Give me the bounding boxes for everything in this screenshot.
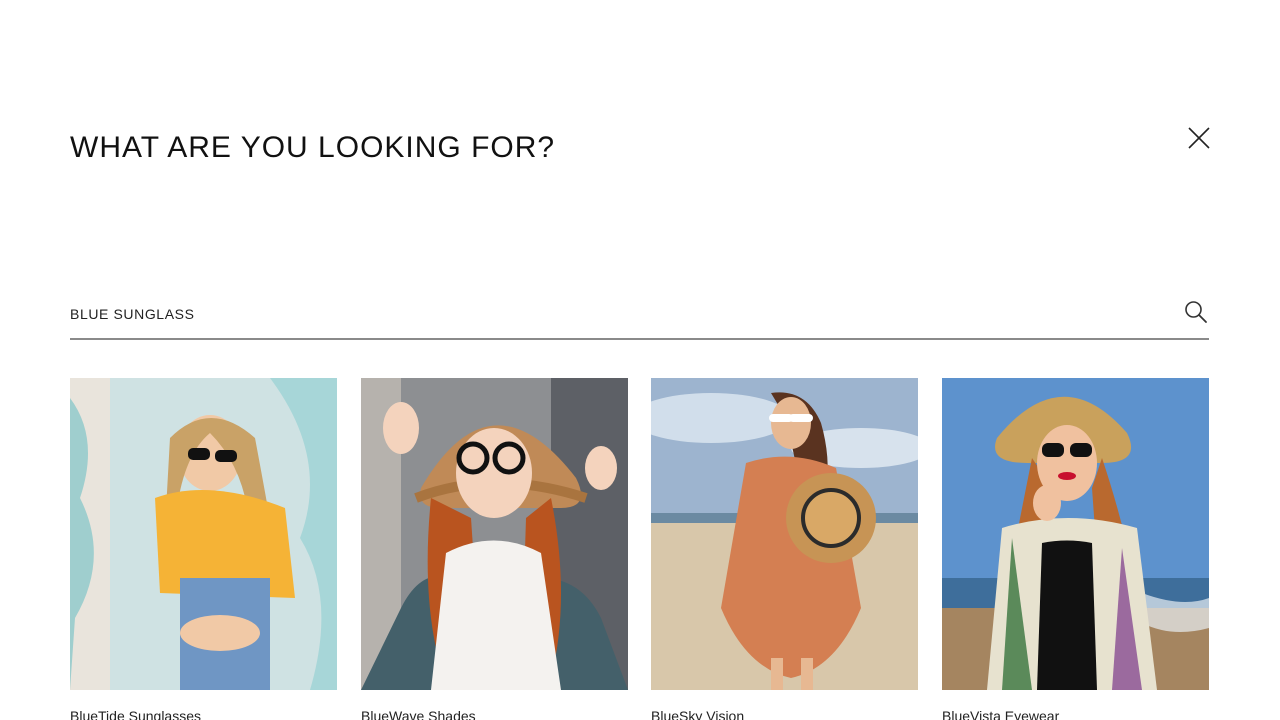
product-card[interactable]: BlueSky Vision [651, 378, 918, 720]
product-name[interactable]: BlueWave Shades [361, 708, 476, 720]
product-image[interactable] [361, 378, 628, 690]
search-button[interactable] [1183, 299, 1209, 325]
product-name[interactable]: BlueSky Vision [651, 708, 744, 720]
product-image[interactable] [942, 378, 1209, 690]
woman-yellow-shirt-sunglasses-image [70, 378, 337, 690]
woman-beach-cateye-sunglasses-image [651, 378, 918, 690]
woman-straw-hat-sunglasses-sea-image [942, 378, 1209, 690]
product-image[interactable] [70, 378, 337, 690]
product-card[interactable]: BlueTide Sunglasses [70, 378, 337, 720]
search-icon [1185, 301, 1207, 323]
product-image[interactable] [651, 378, 918, 690]
search-input[interactable] [70, 300, 1150, 328]
product-name[interactable]: BlueVista Eyewear [942, 708, 1059, 720]
search-bar [70, 290, 1209, 340]
product-card[interactable]: BlueVista Eyewear [942, 378, 1209, 720]
woman-hat-round-glasses-image [361, 378, 628, 690]
close-button[interactable] [1183, 122, 1215, 154]
search-overlay: WHAT ARE YOU LOOKING FOR? BLUE SUNGLASS … [0, 0, 1280, 720]
product-card[interactable]: BlueWave Shades [361, 378, 628, 720]
search-results: BlueTide Sunglasses BlueWave Shades Blue… [70, 378, 1210, 720]
close-icon [1188, 127, 1210, 149]
overlay-title: WHAT ARE YOU LOOKING FOR? [70, 131, 556, 164]
product-name[interactable]: BlueTide Sunglasses [70, 708, 201, 720]
